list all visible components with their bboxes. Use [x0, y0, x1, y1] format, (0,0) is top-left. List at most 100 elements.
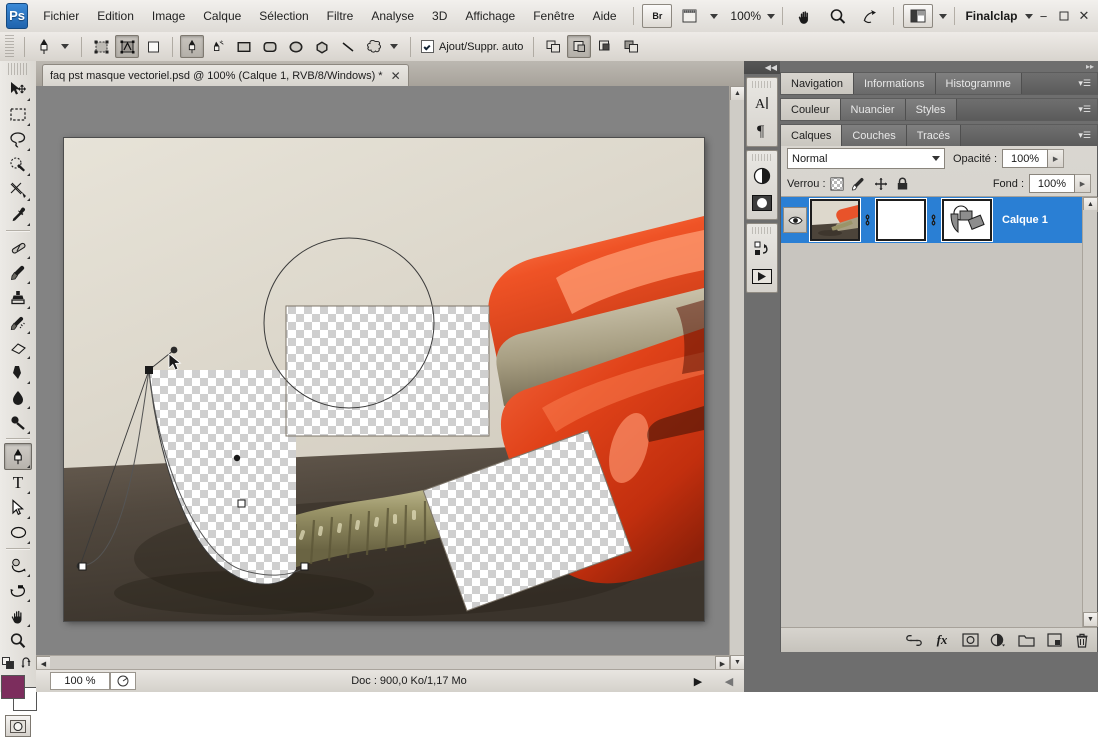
tab-nuancier[interactable]: Nuancier: [840, 99, 906, 120]
status-expand-arrow[interactable]: ▶: [682, 673, 714, 689]
eyedropper-tool[interactable]: [5, 202, 31, 227]
fill-value[interactable]: 100%: [1029, 174, 1075, 193]
default-colors-icon[interactable]: [2, 657, 15, 670]
tab-styles[interactable]: Styles: [905, 99, 957, 120]
menu-analyse[interactable]: Analyse: [362, 5, 423, 27]
move-tool[interactable]: [5, 77, 31, 102]
auto-add-delete-checkbox[interactable]: [421, 40, 434, 53]
new-layer-button[interactable]: [1045, 631, 1063, 649]
tab-histogramme[interactable]: Histogramme: [935, 73, 1022, 94]
tools-panel-grip[interactable]: [8, 63, 28, 75]
rotate-view-icon[interactable]: [856, 5, 884, 27]
zoom-tool[interactable]: [5, 628, 31, 653]
shape-layers-mode-button[interactable]: [89, 35, 113, 58]
subtract-from-path-area-button[interactable]: [567, 35, 592, 58]
history-group-grip[interactable]: [752, 227, 772, 234]
layers-vertical-scrollbar[interactable]: ▲ ▼: [1082, 197, 1098, 627]
paragraph-panel-icon[interactable]: ¶: [749, 117, 775, 143]
character-panel-icon[interactable]: A: [749, 90, 775, 116]
navigation-panel-menu-icon[interactable]: ▾☰: [1072, 73, 1097, 94]
tab-calques[interactable]: Calques: [781, 125, 843, 146]
minimize-button[interactable]: −: [1033, 3, 1053, 29]
menu-fenetre[interactable]: Fenêtre: [524, 5, 583, 27]
line-tool-shortcut-button[interactable]: [336, 35, 360, 58]
gradient-tool[interactable]: [5, 360, 31, 385]
artboard[interactable]: [64, 138, 704, 621]
tab-informations[interactable]: Informations: [853, 73, 936, 94]
scroll-up-button[interactable]: ▲: [730, 86, 745, 101]
panels-collapse-button[interactable]: ▸▸: [780, 61, 1098, 72]
maximize-button[interactable]: [1054, 3, 1074, 29]
masks-panel-icon[interactable]: [749, 190, 775, 216]
crop-tool[interactable]: [5, 177, 31, 202]
bridge-icon[interactable]: Br: [642, 4, 673, 28]
menu-selection[interactable]: Sélection: [250, 5, 317, 27]
foreground-color-swatch[interactable]: [1, 675, 25, 699]
horizontal-type-tool[interactable]: T: [5, 470, 31, 495]
close-button[interactable]: ✕: [1074, 3, 1094, 29]
status-left-arrow[interactable]: ◀: [714, 673, 744, 689]
new-fill-adjustment-layer-button[interactable]: [989, 631, 1007, 649]
hand-tool[interactable]: [5, 603, 31, 628]
spot-healing-brush-tool[interactable]: [5, 235, 31, 260]
fill-slider-button[interactable]: ▶: [1075, 174, 1091, 193]
vector-mask-thumbnail[interactable]: [942, 199, 992, 241]
layers-scroll-track[interactable]: [1083, 210, 1097, 614]
add-to-path-area-button[interactable]: [541, 35, 565, 58]
clone-stamp-tool[interactable]: [5, 285, 31, 310]
lock-position-icon[interactable]: [873, 176, 889, 192]
view-extras-chevron-down-icon[interactable]: [710, 13, 719, 19]
rectangular-marquee-tool[interactable]: [5, 102, 31, 127]
document-tab[interactable]: faq pst masque vectoriel.psd @ 100% (Cal…: [42, 64, 409, 87]
rectangle-tool-shortcut-button[interactable]: [232, 35, 256, 58]
exclude-overlapping-path-areas-button[interactable]: [619, 35, 643, 58]
adjustments-panel-icon[interactable]: [749, 163, 775, 189]
paths-mode-button[interactable]: [115, 35, 139, 58]
opacity-control[interactable]: 100% ▶: [1002, 149, 1065, 168]
shape-preset-chevron-down-icon[interactable]: [390, 44, 398, 49]
eraser-tool[interactable]: [5, 335, 31, 360]
pen-tool-shortcut-button[interactable]: [180, 35, 204, 58]
path-selection-tool[interactable]: [5, 495, 31, 520]
type-group-grip[interactable]: [752, 81, 772, 88]
new-group-button[interactable]: [1017, 631, 1035, 649]
delete-layer-button[interactable]: [1073, 631, 1091, 649]
layer-list[interactable]: Calque 1 ▲ ▼: [781, 196, 1098, 627]
tab-traces[interactable]: Tracés: [906, 125, 961, 146]
polygon-tool-shortcut-button[interactable]: [310, 35, 334, 58]
freeform-pen-tool-shortcut-button[interactable]: [206, 35, 230, 58]
tab-couches[interactable]: Couches: [842, 125, 907, 146]
pen-preset-chevron-down-icon[interactable]: [61, 44, 69, 49]
workspace-name[interactable]: Finalclap: [961, 9, 1021, 23]
custom-shape-tool-shortcut-button[interactable]: [362, 35, 386, 58]
canvas-horizontal-scrollbar[interactable]: ◀ ▶: [36, 655, 730, 671]
ellipse-tool-shortcut-button[interactable]: [284, 35, 308, 58]
zoom-chevron-down-icon[interactable]: [767, 13, 776, 19]
3d-rotate-tool[interactable]: [5, 553, 31, 578]
3d-orbit-tool[interactable]: [5, 578, 31, 603]
layer-name[interactable]: Calque 1: [1002, 214, 1048, 226]
lock-all-icon[interactable]: [895, 176, 911, 192]
blend-mode-select[interactable]: Normal: [787, 148, 945, 169]
layer-visibility-toggle[interactable]: [783, 207, 807, 233]
fill-control[interactable]: 100% ▶: [1029, 174, 1091, 193]
history-brush-tool[interactable]: [5, 310, 31, 335]
quick-mask-icon[interactable]: [5, 715, 31, 737]
history-panel-icon[interactable]: [749, 236, 775, 262]
status-options-button[interactable]: [110, 672, 136, 690]
layer-style-button[interactable]: fx: [933, 631, 951, 649]
table-row[interactable]: Calque 1: [781, 197, 1097, 243]
options-bar-grip[interactable]: [5, 35, 14, 58]
swap-colors-icon[interactable]: [21, 657, 34, 670]
menu-filtre[interactable]: Filtre: [318, 5, 363, 27]
layer-thumbnail[interactable]: [810, 199, 860, 241]
lock-image-pixels-icon[interactable]: [851, 176, 867, 192]
icon-dock-collapse-button[interactable]: ◀◀: [744, 61, 780, 74]
canvas-vertical-scrollbar[interactable]: ▲ ▼: [729, 86, 745, 670]
tab-navigation[interactable]: Navigation: [781, 73, 854, 94]
vector-mask-link-icon[interactable]: [929, 213, 939, 227]
layer-mask-link-icon[interactable]: [863, 213, 873, 227]
canvas-area[interactable]: [36, 86, 730, 670]
blur-tool[interactable]: [5, 385, 31, 410]
hand-icon[interactable]: [792, 5, 820, 27]
